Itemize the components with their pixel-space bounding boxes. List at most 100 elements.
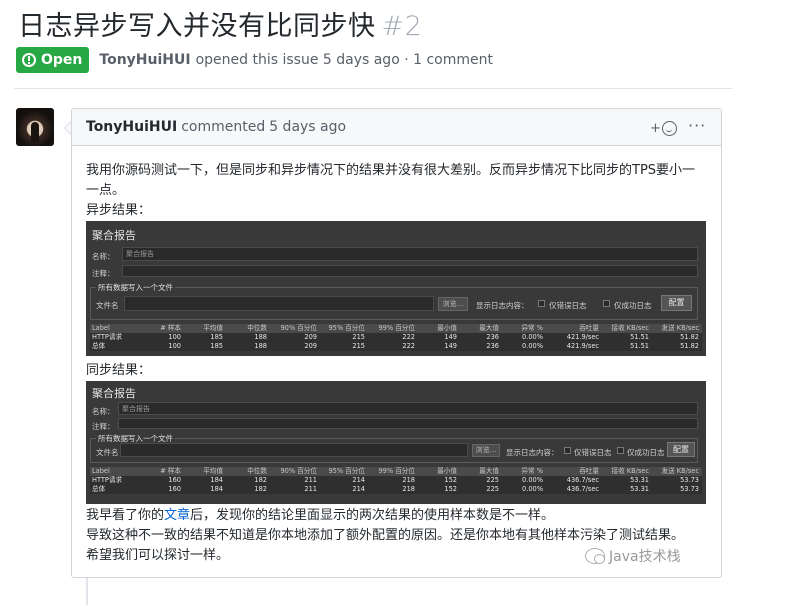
table-cell: 152 [444, 485, 457, 493]
table-cell: 218 [402, 476, 415, 484]
table-header-cell: 异常 % [521, 324, 543, 332]
table-cell: 185 [210, 333, 223, 341]
table-cell: 总体 [92, 485, 106, 493]
table-header-cell: 中位数 [247, 467, 267, 475]
success-checkbox [603, 300, 610, 307]
comment-footer-3: 希望我们可以探讨一样。 [86, 548, 230, 563]
table-cell: 0.00% [522, 485, 543, 493]
success-label: 仅成功日志 [627, 448, 665, 457]
name-field: 聚合报告 [118, 402, 698, 415]
table-header-cell: 最大值 [479, 324, 499, 332]
table-cell: 436.7/sec [566, 476, 599, 484]
log-content-label: 显示日志内容： [506, 448, 559, 457]
config-button: 配置 [661, 295, 692, 311]
table-cell: 222 [402, 342, 415, 350]
browse-button: 浏览... [472, 444, 500, 457]
sync-result-image: 聚合报告 名称： 聚合报告 注释： 所有数据写入一个文件 文件名 浏览... 显… [86, 381, 706, 504]
table-cell: 100 [168, 342, 181, 350]
name-label: 名称： [92, 407, 115, 416]
table-cell: 51.51 [630, 333, 649, 341]
table-header-cell: Label [92, 324, 110, 332]
footer-text-pre: 我早看了你的 [86, 508, 165, 523]
issue-author-link[interactable]: TonyHuiHUI [99, 52, 190, 68]
issue-opened-text: opened this issue 5 days ago · 1 comment [195, 52, 493, 68]
article-link[interactable]: 文章 [164, 508, 190, 523]
table-cell: 225 [486, 476, 499, 484]
table-cell: 184 [210, 476, 223, 484]
timeline-line [86, 578, 88, 605]
file-name-field [120, 443, 468, 457]
table-cell: 160 [168, 485, 181, 493]
table-cell: 215 [352, 333, 365, 341]
table-cell: 53.73 [680, 476, 699, 484]
table-header-cell: 90% 百分位 [280, 324, 317, 332]
file-name-field [124, 296, 434, 311]
errors-checkbox [538, 300, 545, 307]
table-cell: 160 [168, 476, 181, 484]
success-label: 仅成功日志 [614, 301, 652, 310]
table-header-cell: 最小值 [437, 467, 457, 475]
issue-meta: Open TonyHuiHUI opened this issue 5 days… [16, 46, 493, 74]
table-cell: 211 [304, 476, 317, 484]
table-cell: 218 [402, 485, 415, 493]
table-cell: 421.9/sec [566, 333, 599, 341]
results-table: Label # 样本 平均值 中位数 90% 百分位 95% 百分位 99% 百分位 最小值 最… [90, 324, 702, 351]
table-cell: 182 [254, 476, 267, 484]
issue-title: 日志异步写入并没有比同步快 #2 [18, 4, 422, 43]
table-cell: 53.31 [630, 485, 649, 493]
issue-title-text: 日志异步写入并没有比同步快 [18, 11, 376, 42]
table-header-cell: 吞吐量 [579, 324, 599, 332]
avatar[interactable] [16, 108, 54, 146]
name-label: 名称： [92, 252, 115, 261]
reaction-plus: + [650, 120, 661, 136]
table-cell: 182 [254, 485, 267, 493]
table-row: 总体 160 184 182 211 214 218 152 225 0.00% 436.7/sec… [90, 485, 702, 494]
state-label: Open [41, 52, 83, 68]
sync-result-label: 同步结果： [86, 363, 152, 378]
avatar-figure [31, 122, 39, 142]
comment-author-link[interactable]: TonyHuiHUI [86, 119, 177, 135]
table-cell: 214 [352, 476, 365, 484]
comment-field-label: 注释： [92, 269, 115, 278]
table-header-cell: 吞吐量 [579, 467, 599, 475]
add-reaction-button[interactable]: + [650, 119, 677, 137]
report-title: 聚合报告 [92, 387, 136, 400]
wechat-icon [585, 548, 605, 564]
file-name-label: 文件名 [96, 448, 119, 457]
table-cell: 185 [210, 342, 223, 350]
table-cell: 236 [486, 333, 499, 341]
table-header-cell: 99% 百分位 [378, 467, 415, 475]
comment-action: commented [181, 119, 266, 135]
table-body: HTTP请求 100 185 188 209 215 222 149 236 0.00% 421.9… [90, 333, 702, 351]
watermark: Java技术栈 [585, 546, 681, 566]
table-cell: 236 [486, 342, 499, 350]
comment: TonyHuiHUI commented 5 days ago + ··· 我用… [71, 108, 722, 578]
report-title: 聚合报告 [92, 229, 136, 242]
table-cell: 51.51 [630, 342, 649, 350]
table-cell: 188 [254, 333, 267, 341]
table-header-cell: 最大值 [479, 467, 499, 475]
errors-checkbox [564, 447, 571, 454]
comment-field-label: 注释： [92, 422, 115, 431]
table-header-cell: 中位数 [247, 324, 267, 332]
more-options-button[interactable]: ··· [688, 116, 706, 135]
errors-label: 仅错误日志 [574, 448, 612, 457]
comment-header: TonyHuiHUI commented 5 days ago + ··· [72, 109, 721, 146]
table-cell: 214 [352, 485, 365, 493]
table-header-cell: Label [92, 467, 110, 475]
table-cell: 436.7/sec [566, 485, 599, 493]
table-cell: 225 [486, 485, 499, 493]
comment-timestamp[interactable]: 5 days ago [269, 119, 346, 135]
table-cell: 51.82 [680, 342, 699, 350]
table-cell: 211 [304, 485, 317, 493]
table-cell: 209 [304, 333, 317, 341]
smiley-icon [661, 120, 677, 136]
table-header-cell: 接收 KB/sec [611, 324, 649, 332]
table-cell: 53.73 [680, 485, 699, 493]
table-cell: 222 [402, 333, 415, 341]
comment-line-1: 我用你源码测试一下，但是同步和异步情况下的结果并没有很大差别。反而异步情况下比同… [86, 163, 696, 178]
table-cell: 0.00% [522, 476, 543, 484]
comment-field [118, 418, 698, 429]
table-header-cell: 95% 百分位 [328, 467, 365, 475]
header-divider [14, 88, 732, 89]
